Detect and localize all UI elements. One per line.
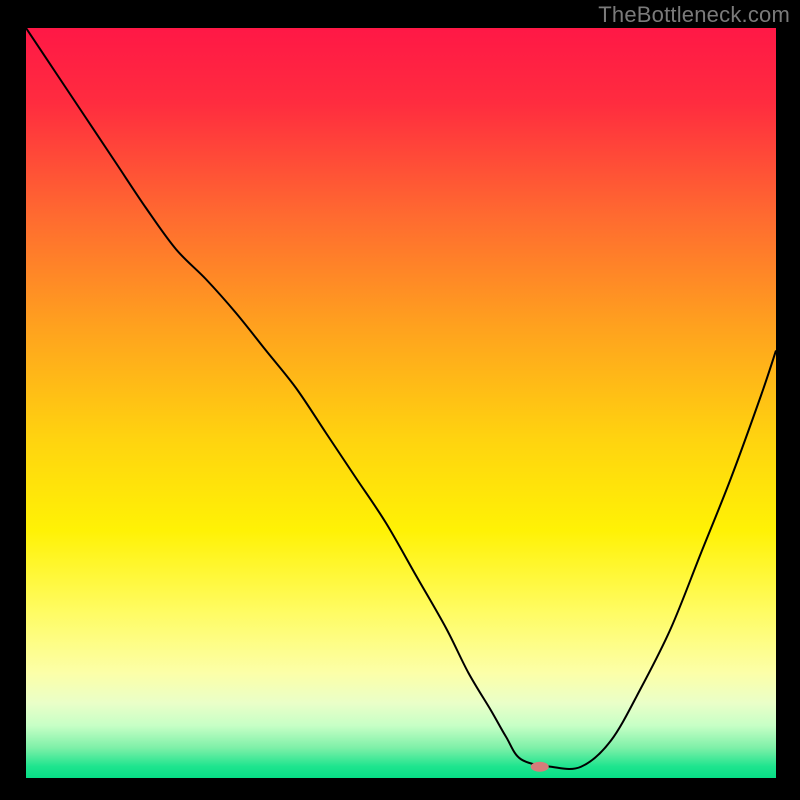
watermark-text: TheBottleneck.com xyxy=(598,2,790,28)
chart-background xyxy=(26,28,776,778)
chart-container xyxy=(26,28,776,778)
optimal-marker xyxy=(531,762,549,772)
image-frame: TheBottleneck.com xyxy=(0,0,800,800)
bottleneck-chart xyxy=(26,28,776,778)
